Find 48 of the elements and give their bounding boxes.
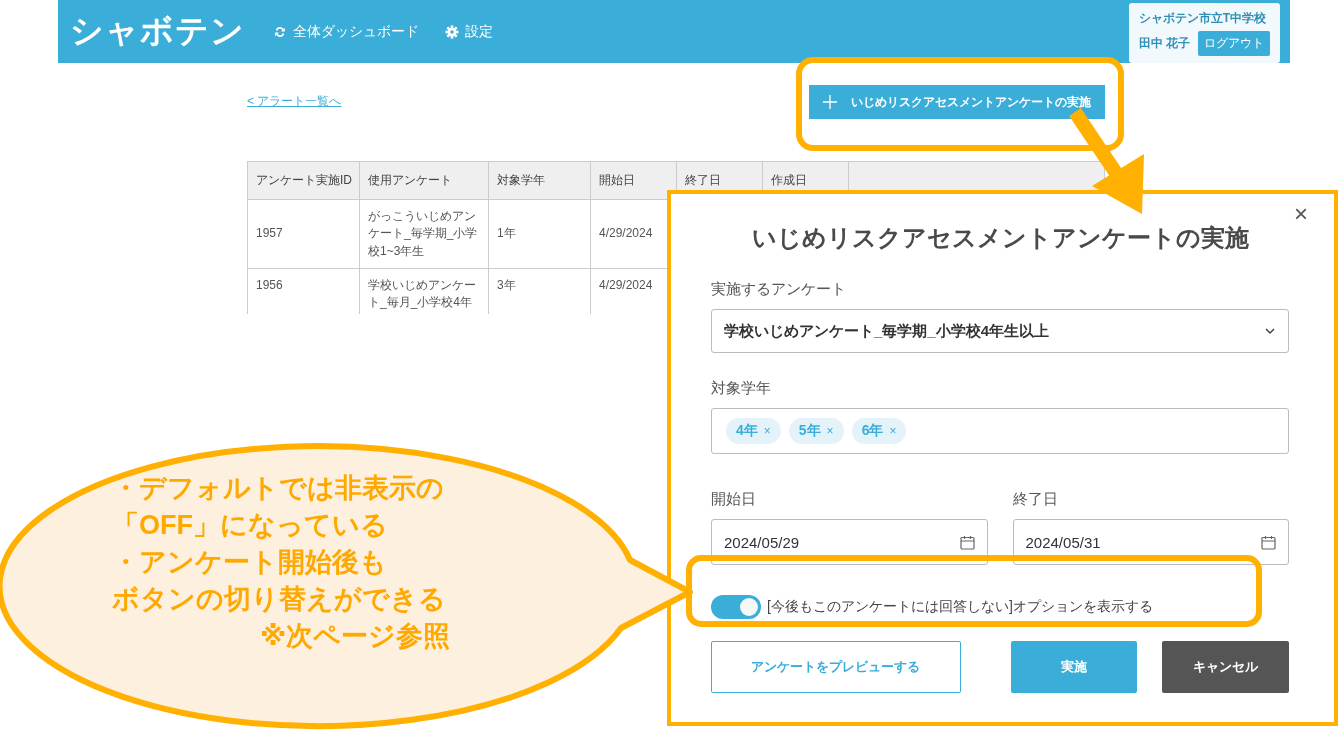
table-cell: 1956	[247, 268, 360, 314]
table-cell: 1年	[488, 199, 591, 269]
tag-label: 6年	[861, 422, 884, 440]
submit-button[interactable]: 実施	[1010, 641, 1138, 693]
cancel-button[interactable]: キャンセル	[1162, 641, 1289, 693]
user-name: 田中 花子	[1138, 35, 1190, 52]
table-cell: がっこういじめアンケート_毎学期_小学校1~3年生	[359, 199, 489, 269]
nav-link[interactable]: 全体ダッシュボード	[273, 22, 419, 41]
survey-select[interactable]: 学校いじめアンケート_毎学期_小学校4年生以上	[711, 309, 1289, 353]
calendar-icon	[959, 534, 975, 550]
column-header: 対象学年	[488, 161, 591, 200]
back-link[interactable]: < アラート一覧へ	[247, 93, 342, 110]
callout-text: 「OFF」になっている	[112, 510, 388, 540]
column-header: 開始日	[590, 161, 677, 200]
tag-remove-button[interactable]: ×	[889, 424, 897, 438]
preview-button[interactable]: アンケートをプレビューする	[711, 641, 961, 693]
date-field[interactable]: 2024/05/31	[1012, 519, 1289, 565]
toggle-label: [今後もこのアンケートには回答しない]オプションを表示する	[767, 598, 1153, 616]
chevron-icon	[1264, 325, 1276, 337]
field-label: 実施するアンケート	[711, 280, 847, 299]
nav-link[interactable]: 設定	[445, 22, 493, 41]
field-label: 対象学年	[711, 379, 772, 398]
callout-text: ※次ページ参照	[260, 621, 451, 651]
logo: シャボテン	[70, 11, 245, 51]
tag-label: 4年	[736, 422, 758, 440]
tag-remove-button[interactable]: ×	[826, 424, 834, 438]
callout-text: ・デフォルトでは非表示の	[112, 473, 444, 503]
dialog-title: いじめリスクアセスメントアンケートの実施	[750, 223, 1250, 253]
start-survey-button[interactable]: いじめリスクアセスメントアンケートの実施	[809, 85, 1105, 119]
logout-button[interactable]: ログアウト	[1198, 31, 1270, 56]
school-name: シャボテン市立T中学校	[1138, 10, 1267, 27]
tag-label: 5年	[798, 422, 821, 440]
tag-remove-button[interactable]: ×	[763, 424, 771, 438]
toggle-switch[interactable]	[711, 595, 761, 619]
field-label: 終了日	[1012, 490, 1059, 509]
field-label: 開始日	[711, 490, 757, 509]
close-button[interactable]: ×	[1294, 200, 1308, 228]
column-header: アンケート実施ID	[247, 161, 360, 200]
sync-icon	[273, 24, 287, 39]
calendar-icon	[1261, 534, 1276, 550]
column-header: 使用アンケート	[359, 161, 489, 200]
grade-tag-field[interactable]: 4年 × 5年 × 6年 ×	[711, 408, 1289, 454]
plus-icon	[823, 95, 837, 109]
callout-text: ボタンの切り替えができる	[112, 584, 446, 614]
callout-text: ・アンケート開始後も	[112, 547, 387, 577]
settings-icon	[445, 24, 459, 39]
table-cell: 1957	[247, 199, 360, 269]
date-field[interactable]: 2024/05/29	[711, 519, 988, 565]
